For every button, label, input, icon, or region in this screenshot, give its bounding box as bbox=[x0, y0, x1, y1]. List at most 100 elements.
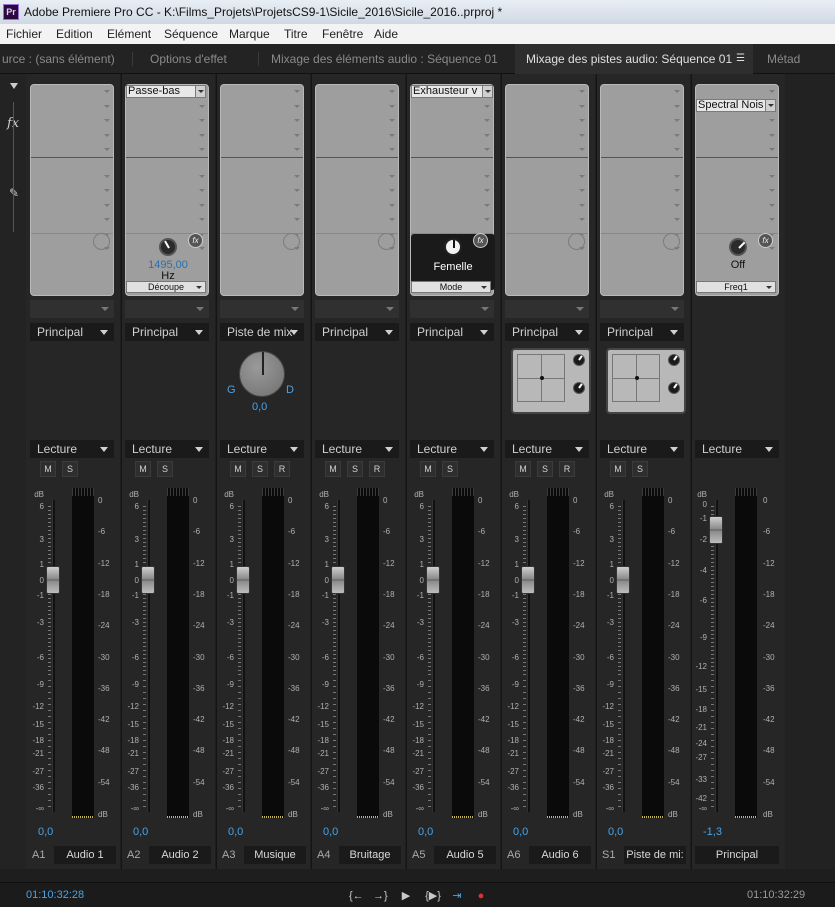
solo-button[interactable]: S bbox=[252, 461, 268, 477]
record-enable-button[interactable]: R bbox=[369, 461, 385, 477]
effect-slot-dropdown[interactable]: Spectral Nois bbox=[696, 99, 776, 112]
slot-arrow-icon[interactable] bbox=[104, 203, 110, 207]
surround-panner[interactable] bbox=[606, 348, 686, 414]
play-icon[interactable]: ▶ bbox=[399, 889, 413, 903]
slot-arrow-icon[interactable] bbox=[769, 119, 775, 122]
menu-titre[interactable]: Titre bbox=[284, 27, 308, 41]
slot-arrow-icon[interactable] bbox=[389, 189, 395, 192]
pen-icon[interactable]: ✎ bbox=[9, 186, 19, 200]
go-to-in-icon[interactable]: {← bbox=[349, 889, 364, 903]
record-icon[interactable]: ● bbox=[474, 889, 488, 903]
slot-arrow-icon[interactable] bbox=[674, 104, 680, 108]
slot-arrow-icon[interactable] bbox=[579, 90, 585, 93]
send-slot[interactable] bbox=[315, 300, 399, 318]
go-to-out-icon[interactable]: →} bbox=[373, 889, 388, 903]
slot-arrow-icon[interactable] bbox=[484, 119, 490, 122]
slot-arrow-icon[interactable] bbox=[769, 90, 775, 93]
slot-arrow-icon[interactable] bbox=[294, 119, 300, 122]
track-name[interactable]: Piste de mi: bbox=[624, 846, 686, 864]
pan-value[interactable]: 0,0 bbox=[252, 401, 267, 413]
panel-menu-icon[interactable]: ☰ bbox=[736, 44, 745, 74]
output-select[interactable]: Principal bbox=[125, 323, 209, 341]
lfe-knob[interactable] bbox=[668, 382, 680, 394]
slot-arrow-icon[interactable] bbox=[294, 218, 300, 221]
tab-mixage-pistes[interactable]: Mixage des pistes audio: Séquence 01 ☰ bbox=[515, 44, 753, 74]
track-name[interactable]: Audio 5 bbox=[434, 846, 496, 864]
slot-arrow-icon[interactable] bbox=[579, 148, 585, 151]
slot-arrow-icon[interactable] bbox=[484, 218, 490, 221]
center-knob[interactable] bbox=[573, 354, 585, 366]
fx-bypass-icon[interactable]: fx bbox=[473, 233, 488, 248]
volume-fader[interactable] bbox=[426, 566, 440, 594]
slot-arrow-icon[interactable] bbox=[104, 90, 110, 93]
output-select[interactable]: Principal bbox=[30, 323, 114, 341]
automation-mode-select[interactable]: Lecture bbox=[505, 440, 589, 458]
menu-aide[interactable]: Aide bbox=[374, 27, 398, 41]
slot-arrow-icon[interactable] bbox=[389, 218, 395, 221]
param-select[interactable]: Mode bbox=[411, 281, 491, 293]
menu-sequence[interactable]: Séquence bbox=[164, 27, 218, 41]
slot-arrow-icon[interactable] bbox=[389, 90, 395, 93]
slot-arrow-icon[interactable] bbox=[389, 104, 395, 108]
slot-arrow-icon[interactable] bbox=[294, 133, 300, 137]
send-slot[interactable] bbox=[410, 300, 494, 318]
output-select[interactable]: Principal bbox=[315, 323, 399, 341]
slot-arrow-icon[interactable] bbox=[579, 174, 585, 178]
effect-slot-dropdown[interactable]: Passe-bas bbox=[126, 85, 206, 98]
slot-arrow-icon[interactable] bbox=[484, 189, 490, 192]
tab-metadonnees[interactable]: Métad bbox=[767, 44, 835, 74]
menu-fichier[interactable]: Fichier bbox=[6, 27, 42, 41]
param-value[interactable]: Femelle bbox=[411, 261, 495, 273]
panner-position[interactable] bbox=[635, 376, 639, 380]
chevron-down-icon[interactable] bbox=[195, 86, 205, 97]
solo-button[interactable]: S bbox=[442, 461, 458, 477]
slot-arrow-icon[interactable] bbox=[294, 203, 300, 207]
slot-arrow-icon[interactable] bbox=[104, 218, 110, 221]
automation-mode-select[interactable]: Lecture bbox=[30, 440, 114, 458]
mute-button[interactable]: M bbox=[135, 461, 151, 477]
volume-value[interactable]: 0,0 bbox=[418, 826, 433, 838]
mute-button[interactable]: M bbox=[40, 461, 56, 477]
slot-arrow-icon[interactable] bbox=[769, 148, 775, 151]
send-slot[interactable] bbox=[505, 300, 589, 318]
volume-value[interactable]: 0,0 bbox=[513, 826, 528, 838]
volume-value[interactable]: 0,0 bbox=[228, 826, 243, 838]
param-value[interactable]: Off bbox=[696, 259, 780, 271]
volume-value[interactable]: 0,0 bbox=[323, 826, 338, 838]
output-select[interactable]: Piste de mix bbox=[220, 323, 304, 341]
slot-arrow-icon[interactable] bbox=[389, 133, 395, 137]
fx-bypass-icon[interactable]: fx bbox=[758, 233, 773, 248]
slot-arrow-icon[interactable] bbox=[199, 218, 205, 221]
tab-mixage-elements[interactable]: Mixage des éléments audio : Séquence 01 bbox=[271, 44, 511, 74]
output-select[interactable]: Principal bbox=[505, 323, 589, 341]
play-in-to-out-icon[interactable]: {▶} bbox=[423, 889, 443, 903]
meter-peak-indicator[interactable] bbox=[72, 488, 94, 496]
meter-peak-indicator[interactable] bbox=[452, 488, 474, 496]
mute-button[interactable]: M bbox=[610, 461, 626, 477]
center-knob[interactable] bbox=[668, 354, 680, 366]
slot-arrow-icon[interactable] bbox=[104, 133, 110, 137]
menu-fenetre[interactable]: Fenêtre bbox=[322, 27, 363, 41]
send-bypass-icon[interactable] bbox=[663, 233, 680, 250]
slot-arrow-icon[interactable] bbox=[484, 203, 490, 207]
volume-fader[interactable] bbox=[236, 566, 250, 594]
slot-arrow-icon[interactable] bbox=[674, 189, 680, 192]
slot-arrow-icon[interactable] bbox=[769, 189, 775, 192]
mute-button[interactable]: M bbox=[325, 461, 341, 477]
param-select[interactable]: Freq1 bbox=[696, 281, 776, 293]
track-name[interactable]: Bruitage bbox=[339, 846, 401, 864]
track-name[interactable]: Audio 2 bbox=[149, 846, 211, 864]
meter-peak-indicator[interactable] bbox=[642, 488, 664, 496]
slot-arrow-icon[interactable] bbox=[294, 104, 300, 108]
slot-arrow-icon[interactable] bbox=[484, 148, 490, 151]
slot-arrow-icon[interactable] bbox=[579, 203, 585, 207]
slot-arrow-icon[interactable] bbox=[674, 148, 680, 151]
record-enable-button[interactable]: R bbox=[274, 461, 290, 477]
slot-arrow-icon[interactable] bbox=[294, 148, 300, 151]
solo-button[interactable]: S bbox=[157, 461, 173, 477]
volume-fader[interactable] bbox=[521, 566, 535, 594]
chevron-down-icon[interactable] bbox=[765, 100, 775, 111]
send-slot[interactable] bbox=[125, 300, 209, 318]
slot-arrow-icon[interactable] bbox=[199, 119, 205, 122]
track-name[interactable]: Audio 1 bbox=[54, 846, 116, 864]
